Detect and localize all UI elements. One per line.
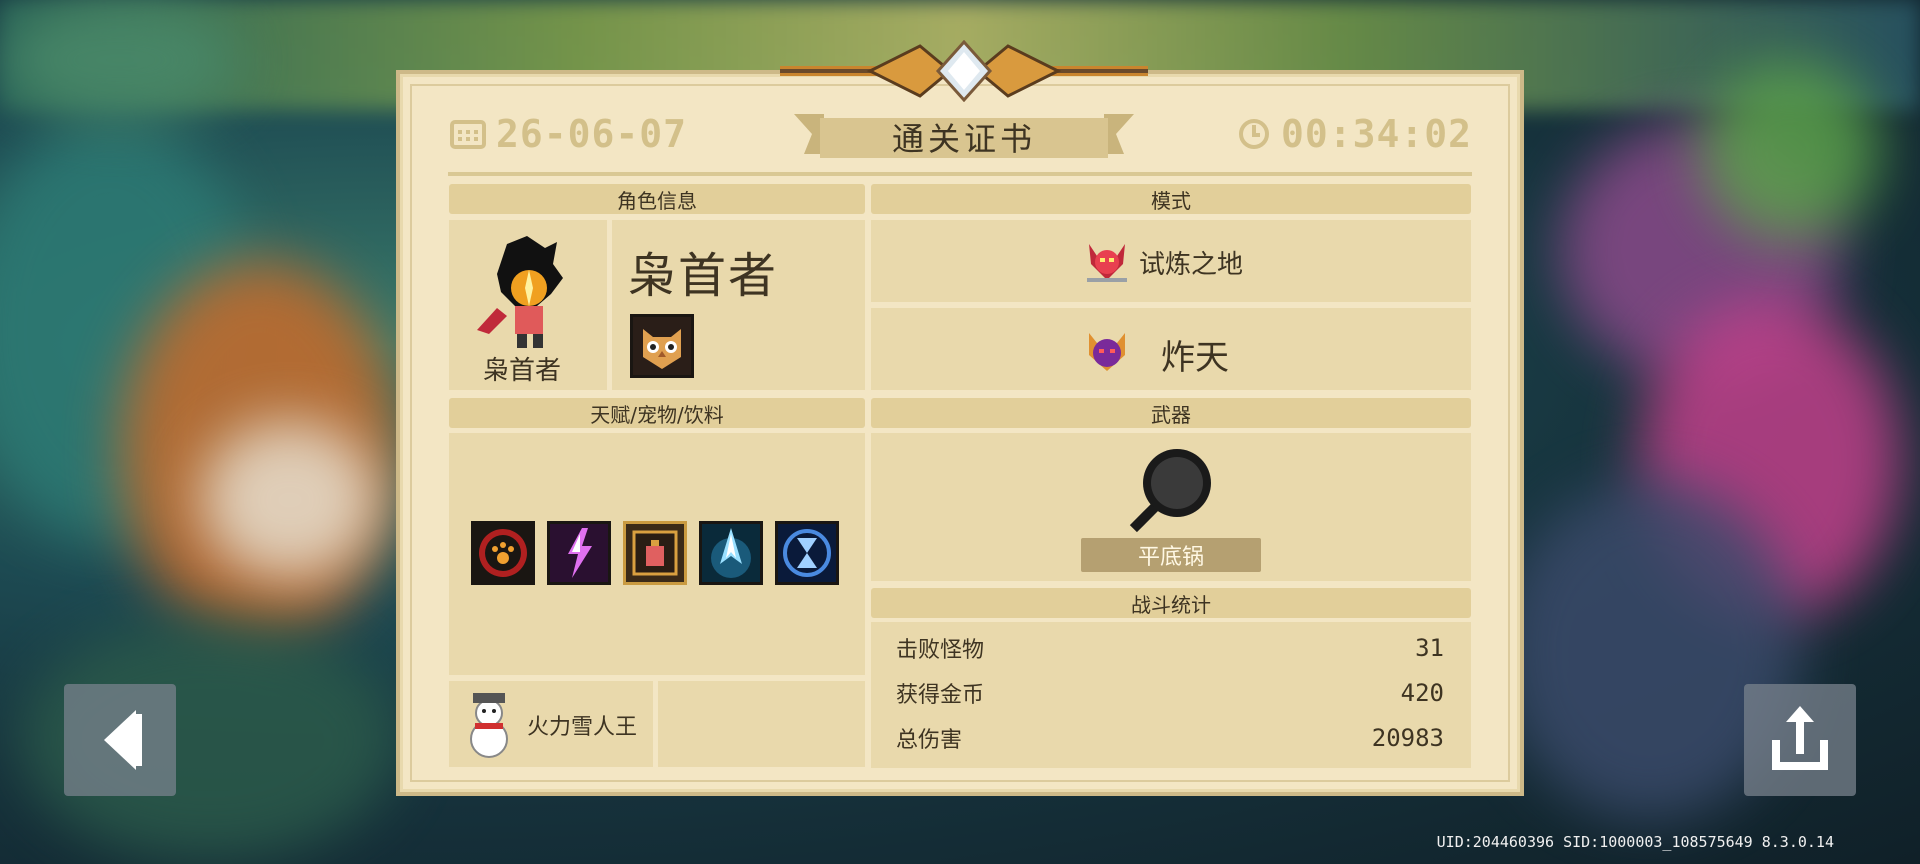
time-display: 00:34:02 [1237, 112, 1472, 156]
hourglass-icon[interactable] [775, 521, 839, 585]
stat-row: 总伤害 20983 [896, 718, 1444, 758]
drink-slot-empty [658, 681, 865, 767]
frying-pan-icon [1129, 449, 1211, 533]
stat-label: 击败怪物 [896, 638, 985, 663]
potion-icon[interactable] [623, 521, 687, 585]
mode-primary-box: 试炼之地 [871, 220, 1471, 302]
section-header-talents: 天赋/宠物/饮料 [449, 398, 865, 428]
calendar-icon [450, 120, 486, 149]
talents-box [449, 433, 865, 675]
pet-box: 火力雪人王 [449, 681, 653, 767]
stat-label: 获得金币 [896, 683, 985, 708]
stat-row: 获得金币 420 [896, 673, 1444, 713]
mode-secondary-box: 炸天 [871, 308, 1471, 390]
date-text: 26-06-07 [496, 112, 688, 156]
character-detail-box: 枭首者 [612, 220, 865, 390]
share-icon [1772, 706, 1828, 770]
purple-demon-icon [1089, 333, 1125, 371]
lightning-icon[interactable] [547, 521, 611, 585]
page-title: 通关证书 [891, 120, 1036, 158]
share-button[interactable] [1744, 684, 1856, 796]
mode-secondary-label: 炸天 [1161, 338, 1229, 378]
stat-row: 击败怪物 31 [896, 628, 1444, 668]
section-header-character: 角色信息 [449, 184, 865, 214]
snowman-icon [470, 693, 508, 758]
stat-label: 总伤害 [896, 728, 963, 753]
header-divider [448, 172, 1472, 176]
time-text: 00:34:02 [1280, 112, 1472, 156]
section-header-mode: 模式 [871, 184, 1471, 214]
stat-value: 20983 [1371, 724, 1444, 752]
owl-mask-icon[interactable] [630, 314, 694, 378]
character-portrait-box: 枭首者 [449, 220, 607, 390]
clock-icon [1238, 119, 1269, 149]
title-ribbon: 通关证书 [794, 114, 1134, 160]
section-header-battle-stats: 战斗统计 [871, 588, 1471, 618]
date-display: 26-06-07 [450, 112, 687, 156]
character-portrait-icon [477, 236, 563, 348]
character-name-small: 枭首者 [483, 356, 562, 386]
section-header-weapon: 武器 [871, 398, 1471, 428]
back-arrow-icon [104, 710, 142, 770]
mode-primary-label: 试炼之地 [1139, 250, 1244, 280]
diamond-crest-icon [780, 40, 1148, 102]
character-name: 枭首者 [628, 248, 779, 304]
stat-value: 31 [1415, 634, 1444, 662]
weapon-name: 平底锅 [1081, 538, 1261, 572]
horned-demon-icon [1087, 244, 1127, 282]
blue-arrow-icon[interactable] [699, 521, 763, 585]
paw-print-icon[interactable] [471, 521, 535, 585]
stat-value: 420 [1400, 679, 1444, 707]
back-button[interactable] [64, 684, 176, 796]
uid-text: UID:204460396 SID:1000003_108575649 8.3.… [1436, 833, 1834, 851]
pet-name: 火力雪人王 [527, 715, 638, 740]
